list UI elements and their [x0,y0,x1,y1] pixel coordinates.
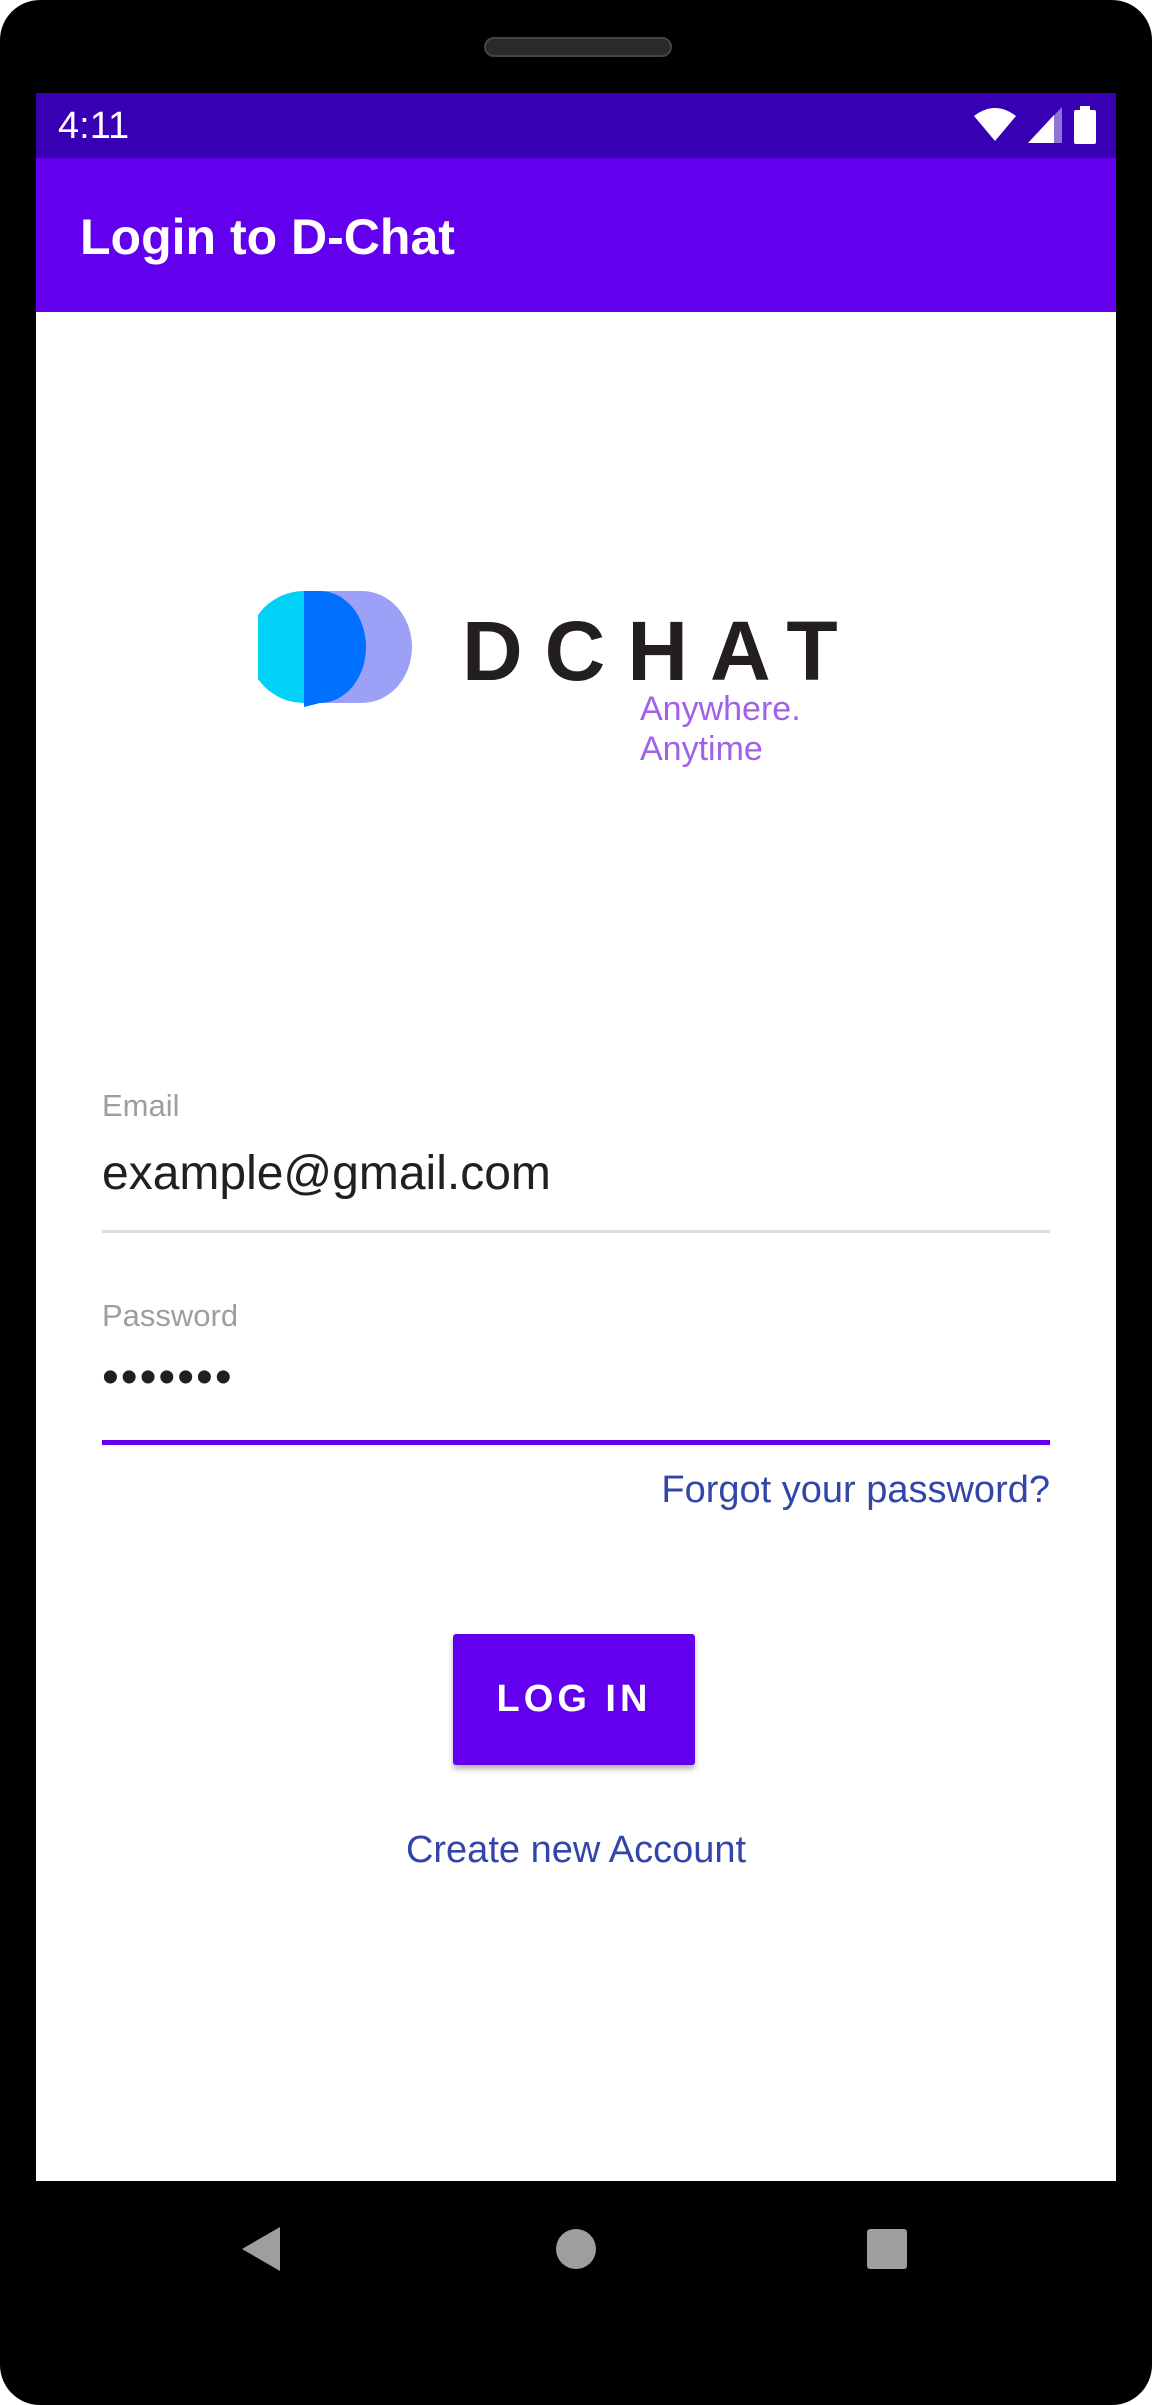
logo-wordmark: DCHAT [462,604,860,698]
recents-icon[interactable] [866,2228,908,2270]
password-label: Password [102,1298,239,1333]
email-label: Email [102,1088,180,1123]
phone-frame: 4:11 Login to D-Chat DCHAT Anywhere. Any… [0,0,1152,2405]
password-field[interactable]: ••••••• [102,1349,1050,1407]
create-account-link[interactable]: Create new Account [36,1827,1116,1873]
speaker-grille [484,37,672,57]
screen: 4:11 Login to D-Chat DCHAT Anywhere. Any… [36,93,1116,2181]
chat-bubble-logo-icon [258,591,412,707]
login-button[interactable]: LOG IN [453,1634,695,1765]
status-time: 4:11 [58,105,130,147]
dchat-logo: DCHAT Anywhere. Anytime [258,589,898,768]
back-icon[interactable] [240,2225,282,2273]
forgot-password-link[interactable]: Forgot your password? [661,1467,1050,1513]
battery-icon [1074,106,1096,144]
password-underline [102,1440,1050,1445]
wifi-icon [974,108,1016,141]
navigation-bar [0,2181,1152,2349]
home-icon[interactable] [555,2228,597,2270]
email-field[interactable]: example@gmail.com [102,1145,1050,1203]
logo-tagline: Anywhere. Anytime [640,690,801,768]
page-title: Login to D-Chat [80,209,455,265]
app-bar: Login to D-Chat [36,158,1116,312]
status-icons [974,105,1096,145]
signal-icon [1028,107,1062,143]
status-bar: 4:11 [36,93,1116,158]
email-underline [102,1230,1050,1233]
